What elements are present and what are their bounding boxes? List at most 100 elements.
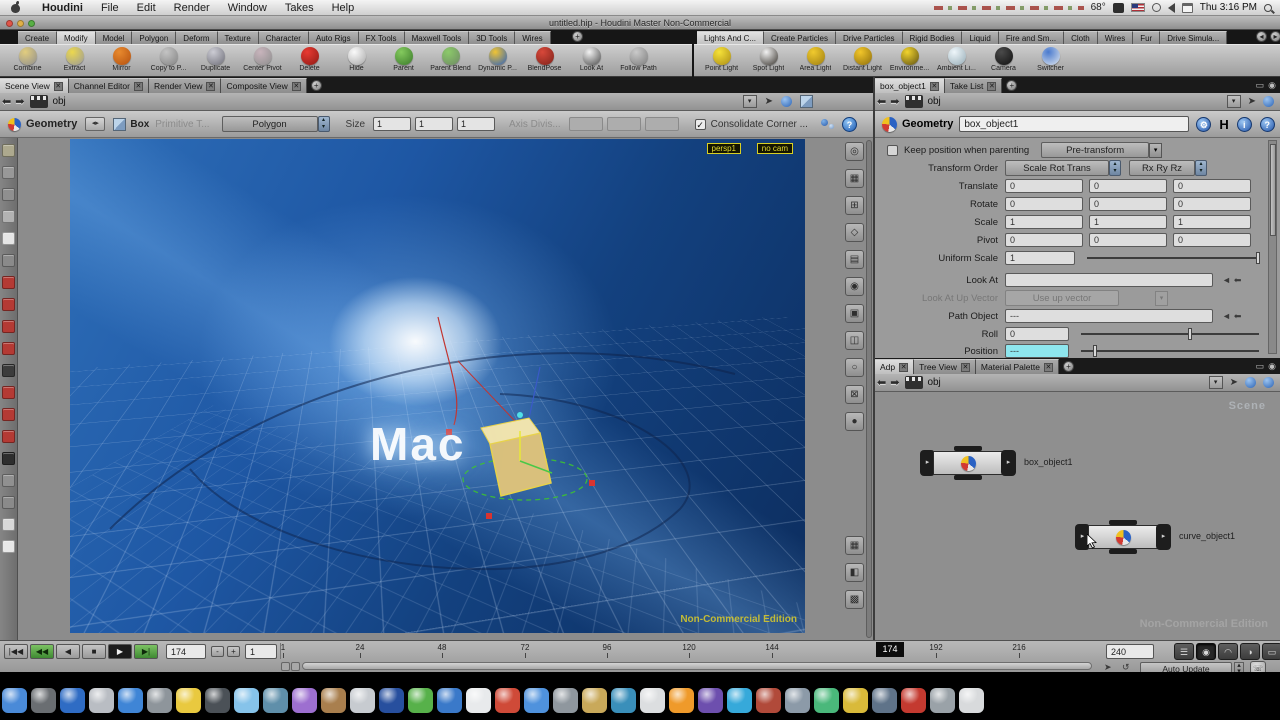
pane-tab-close-icon[interactable]: ✕: [54, 82, 63, 91]
dock-app-icon[interactable]: [698, 688, 723, 713]
menu-item[interactable]: Render: [165, 2, 219, 14]
pane-menu-icon[interactable]: ◉: [1268, 80, 1276, 91]
menu-item[interactable]: Window: [219, 2, 276, 14]
dock-app-icon[interactable]: [727, 688, 752, 713]
range-end-field[interactable]: 240: [1106, 644, 1154, 659]
menu-bar-clock[interactable]: Thu 3:16 PM: [1200, 2, 1257, 13]
info-icon[interactable]: i: [1237, 117, 1252, 132]
shelf-add-tab-button[interactable]: +: [572, 31, 583, 42]
viewport-tool-icon[interactable]: [2, 364, 15, 377]
current-frame-field[interactable]: 174: [166, 644, 206, 659]
network-node[interactable]: ▸ ▸ box_object1: [920, 450, 1016, 476]
pane-tab-close-icon[interactable]: ✕: [987, 82, 996, 91]
transport-button[interactable]: ■: [82, 644, 106, 659]
timeline-ruler[interactable]: 124487296120144192216: [280, 643, 1100, 659]
playbar-option-button[interactable]: ☰: [1174, 643, 1194, 660]
frame-range-slider[interactable]: [302, 662, 1092, 670]
node-flag-right[interactable]: ▸: [1001, 450, 1016, 476]
dock-app-icon[interactable]: [785, 688, 810, 713]
pane-tab[interactable]: Composite View ✕: [221, 78, 306, 93]
shelf-tab[interactable]: Fire and Sm...: [999, 31, 1064, 44]
shelf-tool[interactable]: Environme...: [886, 47, 933, 72]
viewport-tool-icon[interactable]: [2, 232, 15, 245]
menu-item[interactable]: File: [92, 2, 128, 14]
shelf-tool[interactable]: Parent: [380, 47, 427, 72]
param-scrollbar[interactable]: [1268, 140, 1277, 354]
dock-app-icon[interactable]: [553, 688, 578, 713]
view-control-icon[interactable]: ▦: [845, 169, 864, 188]
view-control-icon[interactable]: ●: [845, 412, 864, 431]
pane-tab[interactable]: Channel Editor ✕: [69, 78, 149, 93]
dock-app-icon[interactable]: [930, 688, 955, 713]
shelf-tab[interactable]: Wires: [1098, 31, 1133, 44]
dock-app-icon[interactable]: [89, 688, 114, 713]
playbar-option-button[interactable]: ◑: [1240, 643, 1260, 660]
param-y-field[interactable]: 1: [1089, 215, 1167, 229]
pane-maximize-icon[interactable]: ▭: [1256, 80, 1265, 91]
apple-menu-icon[interactable]: [10, 2, 21, 13]
spotlight-search-icon[interactable]: [1264, 4, 1272, 12]
param-y-field[interactable]: 0: [1089, 233, 1167, 247]
position-field[interactable]: ---: [1005, 344, 1069, 358]
shelf-tab[interactable]: Character: [259, 31, 309, 44]
transport-button[interactable]: |◀◀: [4, 644, 28, 659]
window-close-button[interactable]: [6, 20, 13, 27]
viewport-tool-icon[interactable]: [2, 540, 15, 553]
viewport-tool-icon[interactable]: [2, 166, 15, 179]
path-back-icon[interactable]: ⬅: [877, 376, 886, 389]
shelf-tab[interactable]: Create: [18, 31, 57, 44]
shelf-tab[interactable]: Liquid: [962, 31, 998, 44]
dock-app-icon[interactable]: [437, 688, 462, 713]
display-control-icon[interactable]: ▩: [845, 590, 864, 609]
operation-nav-button[interactable]: ◂▸: [85, 117, 105, 131]
dock-app-icon[interactable]: [31, 688, 56, 713]
help-icon[interactable]: ?: [1260, 117, 1275, 132]
display-control-icon[interactable]: ◧: [845, 563, 864, 582]
path-forward-icon[interactable]: ➡: [15, 95, 24, 108]
dock-app-icon[interactable]: [321, 688, 346, 713]
playbar-option-button[interactable]: ▭: [1262, 643, 1280, 660]
size-y-field[interactable]: 1: [415, 117, 453, 131]
viewport-tool-icon[interactable]: [2, 408, 15, 421]
spaces-icon[interactable]: [1113, 3, 1124, 13]
shelf-tool[interactable]: Duplicate: [192, 47, 239, 72]
context-label[interactable]: Geometry: [26, 118, 77, 130]
path-dropdown-icon[interactable]: ▾: [1227, 95, 1241, 108]
shelf-tab[interactable]: Polygon: [132, 31, 176, 44]
primitive-type-dropdown[interactable]: Polygon: [222, 116, 318, 132]
rotate-order-spinner[interactable]: ▴▾: [1195, 160, 1207, 176]
input-language-flag-icon[interactable]: [1131, 3, 1145, 12]
rotate-order-dropdown[interactable]: Rx Ry Rz: [1129, 160, 1195, 176]
viewport-tool-icon[interactable]: [2, 430, 15, 443]
help-globe-icon[interactable]: ?: [842, 117, 857, 132]
dock-app-icon[interactable]: [640, 688, 665, 713]
menu-item[interactable]: Takes: [276, 2, 323, 14]
dock-app-icon[interactable]: [524, 688, 549, 713]
path-dropdown-icon[interactable]: ▾: [1209, 376, 1223, 389]
network-editor-canvas[interactable]: Scene ▸ ▸ box_object1 ▸ ▸: [875, 392, 1280, 640]
dock-app-icon[interactable]: [60, 688, 85, 713]
view-control-icon[interactable]: ▣: [845, 304, 864, 323]
dock-app-icon[interactable]: [350, 688, 375, 713]
pane-divider[interactable]: [873, 77, 875, 640]
transport-button[interactable]: ▶: [108, 644, 132, 659]
window-minimize-button[interactable]: [17, 20, 24, 27]
viewport-tool-icon[interactable]: [2, 254, 15, 267]
dock-app-icon[interactable]: [147, 688, 172, 713]
dock-app-icon[interactable]: [495, 688, 520, 713]
path-text[interactable]: obj: [52, 96, 65, 107]
viewport-tool-icon[interactable]: [2, 276, 15, 289]
shelf-tab[interactable]: Auto Rigs: [309, 31, 359, 44]
shelf-tool[interactable]: Combine: [4, 47, 51, 72]
dock-app-icon[interactable]: [843, 688, 868, 713]
look-at-op-icon[interactable]: ◄: [1222, 275, 1231, 285]
pane-tab-close-icon[interactable]: ✕: [134, 82, 143, 91]
pin-icon[interactable]: ➤: [1230, 377, 1238, 388]
playbar-option-button[interactable]: ◠: [1218, 643, 1238, 660]
param-z-field[interactable]: 0: [1173, 233, 1251, 247]
view-control-icon[interactable]: ◎: [845, 142, 864, 161]
transport-button[interactable]: ◀: [56, 644, 80, 659]
param-x-field[interactable]: 1: [1005, 215, 1083, 229]
shelf-tool[interactable]: Ambient Li...: [933, 47, 980, 72]
playbar-option-button[interactable]: ◉: [1196, 643, 1216, 660]
